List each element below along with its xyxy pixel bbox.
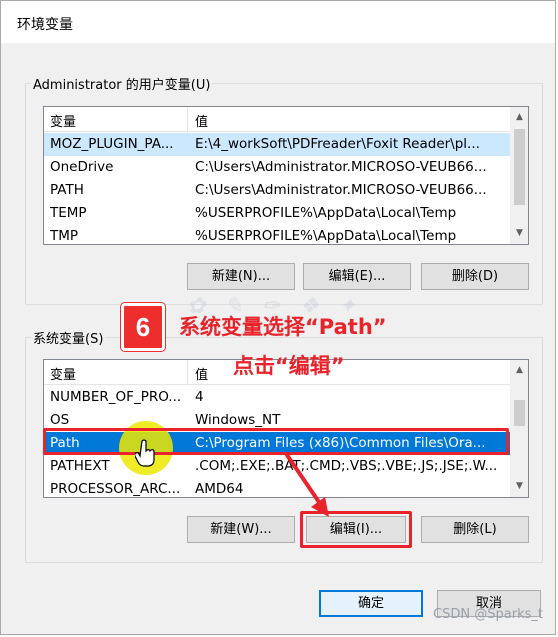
row-name: MOZ_PLUGIN_PA... xyxy=(50,136,174,152)
title-bar: 环境变量 xyxy=(1,1,555,43)
column-header-value[interactable]: 值 xyxy=(195,364,208,383)
table-row[interactable]: OneDrive C:\Users\Administrator.MICROSO-… xyxy=(44,156,528,179)
column-header-variable[interactable]: 变量 xyxy=(50,364,76,383)
chevron-up-icon[interactable]: ▲ xyxy=(511,109,528,126)
table-row[interactable]: PATH C:\Users\Administrator.MICROSO-VEUB… xyxy=(44,179,528,202)
table-row[interactable]: NUMBER_OF_PRO... 4 xyxy=(44,386,528,409)
user-vars-scrollbar[interactable]: ▲ ▼ xyxy=(510,107,528,244)
column-separator[interactable] xyxy=(187,360,188,384)
column-header-value[interactable]: 值 xyxy=(195,111,208,130)
row-value: %USERPROFILE%\AppData\Local\Temp xyxy=(195,205,457,221)
path-row-highlight-box xyxy=(43,428,509,455)
user-delete-button[interactable]: 删除(D) xyxy=(421,263,529,290)
user-vars-list[interactable]: 变量 值 MOZ_PLUGIN_PA... E:\4_workSoft\PDFr… xyxy=(43,106,529,245)
row-value: C:\Users\Administrator.MICROSO-VEUB66... xyxy=(195,159,487,175)
table-row[interactable]: MOZ_PLUGIN_PA... E:\4_workSoft\PDFreader… xyxy=(44,133,528,156)
chevron-down-icon[interactable]: ▼ xyxy=(511,478,528,495)
row-name: NUMBER_OF_PRO... xyxy=(50,389,182,405)
csdn-watermark: CSDN @Sparks_t xyxy=(433,607,543,622)
scroll-thumb[interactable] xyxy=(514,129,525,205)
step-badge: 6 xyxy=(121,303,165,351)
user-edit-button[interactable]: 编辑(E)... xyxy=(303,263,411,290)
system-vars-scrollbar[interactable]: ▲ ▼ xyxy=(510,360,528,497)
window-title: 环境变量 xyxy=(17,17,73,33)
row-name: OS xyxy=(50,412,70,428)
annotation-line-1: 系统变量选择“Path” xyxy=(179,315,387,339)
user-vars-group-label: Administrator 的用户变量(U) xyxy=(31,74,213,93)
scroll-thumb[interactable] xyxy=(514,400,525,426)
row-name: OneDrive xyxy=(50,159,114,175)
env-vars-dialog: 环境变量 Administrator 的用户变量(U) 变量 值 MOZ_PLU… xyxy=(0,0,556,635)
row-value: C:\Users\Administrator.MICROSO-VEUB66... xyxy=(195,182,487,198)
system-vars-group-label: 系统变量(S) xyxy=(31,328,106,347)
row-value: AMD64 xyxy=(195,481,244,497)
column-separator[interactable] xyxy=(187,107,188,131)
ok-button[interactable]: 确定 xyxy=(319,590,423,617)
row-name: PROCESSOR_ARC... xyxy=(50,481,181,497)
row-name: TEMP xyxy=(50,205,87,221)
row-value: .COM;.EXE;.BAT;.CMD;.VBS;.VBE;.JS;.JSE;.… xyxy=(195,458,498,474)
system-delete-button[interactable]: 删除(L) xyxy=(421,516,529,543)
row-value: 4 xyxy=(195,389,204,405)
table-row[interactable]: TMP %USERPROFILE%\AppData\Local\Temp xyxy=(44,225,528,244)
row-name: TMP xyxy=(50,228,79,244)
user-vars-list-header: 变量 值 xyxy=(44,107,528,132)
row-value: %USERPROFILE%\AppData\Local\Temp xyxy=(195,228,457,244)
row-name: PATH xyxy=(50,182,84,198)
user-new-button[interactable]: 新建(N)... xyxy=(187,263,295,290)
annotation-line-2: 点击“编辑” xyxy=(233,354,345,378)
hand-cursor-icon xyxy=(135,439,155,467)
arrow-icon xyxy=(285,453,329,517)
system-new-button[interactable]: 新建(W)... xyxy=(187,516,295,543)
chevron-down-icon[interactable]: ▼ xyxy=(511,225,528,242)
column-header-variable[interactable]: 变量 xyxy=(50,111,76,130)
table-row[interactable]: TEMP %USERPROFILE%\AppData\Local\Temp xyxy=(44,202,528,225)
chevron-up-icon[interactable]: ▲ xyxy=(511,362,528,379)
row-value: Windows_NT xyxy=(195,412,281,428)
row-value: E:\4_workSoft\PDFreader\Foxit Reader\pl.… xyxy=(195,136,480,152)
